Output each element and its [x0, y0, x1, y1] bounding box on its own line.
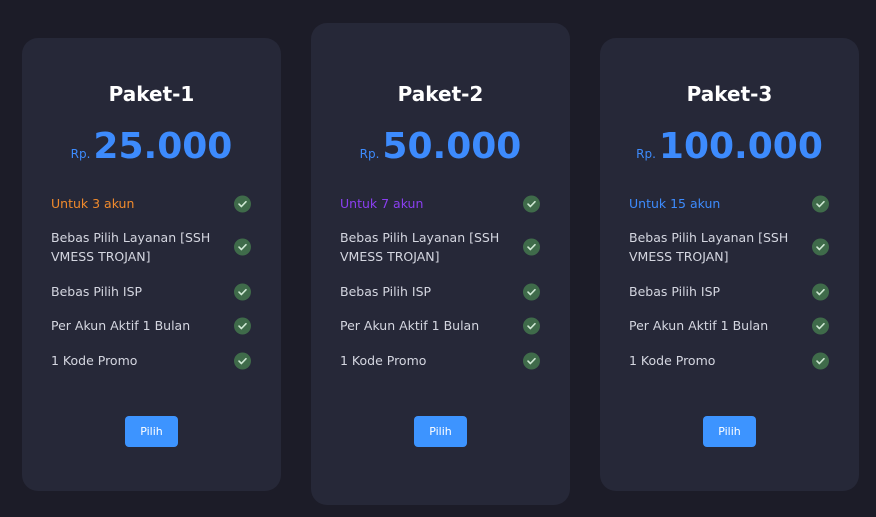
check-circle-icon	[812, 317, 829, 334]
check-circle-icon	[812, 238, 829, 256]
plan-price: Rp.25.000	[22, 126, 281, 167]
feature-label: Per Akun Aktif 1 Bulan	[340, 318, 480, 333]
feature-label: Untuk 15 akun	[629, 196, 721, 211]
check-circle-icon	[812, 195, 829, 212]
price-amount: 25.000	[93, 126, 233, 167]
feature-label: Bebas Pilih Layanan [SSH VMESS TROJAN]	[51, 230, 211, 264]
feature-item-duration: Per Akun Aktif 1 Bulan	[51, 316, 251, 335]
feature-label: Untuk 7 akun	[340, 196, 424, 211]
select-plan-button[interactable]: Pilih	[125, 416, 178, 447]
feature-item-accounts: Untuk 7 akun	[340, 194, 540, 213]
price-currency: Rp.	[636, 147, 656, 161]
feature-item-layanan: Bebas Pilih Layanan [SSH VMESS TROJAN]	[340, 228, 540, 266]
feature-label: Bebas Pilih ISP	[51, 284, 143, 299]
feature-item-layanan: Bebas Pilih Layanan [SSH VMESS TROJAN]	[51, 228, 251, 266]
check-circle-icon	[523, 283, 540, 300]
check-circle-icon	[234, 238, 251, 256]
feature-item-accounts: Untuk 3 akun	[51, 194, 251, 213]
feature-label: Bebas Pilih Layanan [SSH VMESS TROJAN]	[629, 230, 789, 264]
price-currency: Rp.	[70, 147, 91, 161]
feature-item-isp: Bebas Pilih ISP	[340, 282, 540, 301]
plan-title: Paket-1	[108, 82, 195, 106]
feature-label: 1 Kode Promo	[51, 353, 138, 368]
feature-label: Bebas Pilih ISP	[340, 284, 432, 299]
check-circle-icon	[234, 195, 251, 212]
plan-card-paket-3: Paket-3 Rp.100.000 Untuk 15 akun Bebas P…	[600, 38, 859, 491]
check-circle-icon	[523, 238, 540, 256]
feature-item-promo: 1 Kode Promo	[51, 351, 251, 370]
feature-label: Bebas Pilih ISP	[629, 284, 721, 299]
feature-item-promo: 1 Kode Promo	[629, 351, 829, 370]
plan-card-paket-2: Paket-2 Rp.50.000 Untuk 7 akun Bebas Pil…	[311, 23, 570, 505]
plan-price: Rp.100.000	[600, 126, 859, 167]
select-plan-button[interactable]: Pilih	[414, 416, 467, 447]
price-amount: 50.000	[382, 126, 522, 167]
check-circle-icon	[523, 195, 540, 212]
check-circle-icon	[234, 352, 251, 369]
feature-label: Per Akun Aktif 1 Bulan	[629, 318, 769, 333]
feature-item-accounts: Untuk 15 akun	[629, 194, 829, 213]
check-circle-icon	[812, 352, 829, 369]
feature-item-isp: Bebas Pilih ISP	[51, 282, 251, 301]
feature-item-duration: Per Akun Aktif 1 Bulan	[629, 316, 829, 335]
feature-label: 1 Kode Promo	[629, 353, 716, 368]
feature-label: Untuk 3 akun	[51, 196, 135, 211]
feature-label: 1 Kode Promo	[340, 353, 427, 368]
select-plan-button[interactable]: Pilih	[703, 416, 756, 447]
feature-label: Per Akun Aktif 1 Bulan	[51, 318, 191, 333]
check-circle-icon	[523, 352, 540, 369]
plan-price: Rp.50.000	[311, 126, 570, 167]
price-currency: Rp.	[359, 147, 380, 161]
feature-label: Bebas Pilih Layanan [SSH VMESS TROJAN]	[340, 230, 500, 264]
check-circle-icon	[234, 283, 251, 300]
feature-item-promo: 1 Kode Promo	[340, 351, 540, 370]
plan-title: Paket-3	[686, 82, 773, 106]
check-circle-icon	[812, 283, 829, 300]
check-circle-icon	[234, 317, 251, 334]
check-circle-icon	[523, 317, 540, 334]
price-amount: 100.000	[658, 126, 823, 167]
feature-item-layanan: Bebas Pilih Layanan [SSH VMESS TROJAN]	[629, 228, 829, 266]
plan-title: Paket-2	[397, 82, 484, 106]
feature-item-isp: Bebas Pilih ISP	[629, 282, 829, 301]
plan-card-paket-1: Paket-1 Rp.25.000 Untuk 3 akun Bebas Pil…	[22, 38, 281, 491]
feature-item-duration: Per Akun Aktif 1 Bulan	[340, 316, 540, 335]
